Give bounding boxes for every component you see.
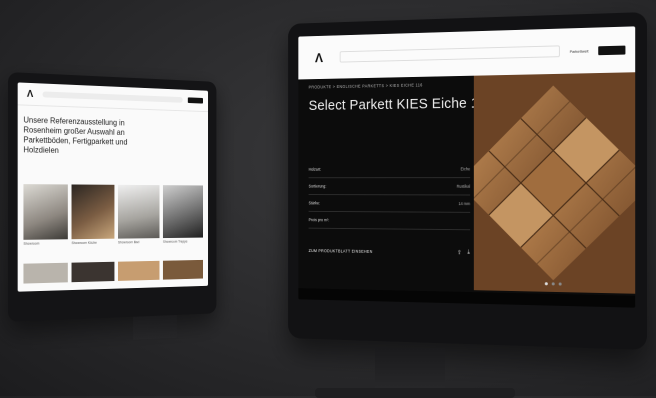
brand-logo-icon[interactable]: Λ xyxy=(23,87,36,101)
gallery-image xyxy=(23,184,68,240)
left-monitor-bezel: Λ Unsere Referenzausstellung in Rosenhei… xyxy=(8,72,217,322)
left-page-title: Unsere Referenzausstellung in Rosenheim … xyxy=(23,115,128,155)
left-monitor-stand xyxy=(133,314,177,340)
gallery-image[interactable] xyxy=(71,261,115,283)
gallery-image[interactable] xyxy=(162,259,204,280)
spec-row: Preis pro m²: xyxy=(308,211,471,231)
spec-value: Rustikal xyxy=(456,183,471,189)
nav-link-parkettwelt[interactable]: Parkettwelt xyxy=(570,48,589,53)
gallery-caption: Showroom Bad xyxy=(118,240,140,245)
brand-logo[interactable]: Λ xyxy=(307,49,331,66)
download-icon[interactable]: ⤓ xyxy=(467,250,470,257)
gallery-caption: Showroom xyxy=(23,241,40,246)
gallery-image xyxy=(118,184,160,239)
left-search-input[interactable] xyxy=(42,91,183,103)
right-monitor-screen: Λ Parkettwelt PRODUKTE > ENGLISCHE PARKE… xyxy=(298,26,636,308)
left-gallery-grid: Showroom Showroom Küche Showroom Bad Sho… xyxy=(23,184,204,250)
product-image[interactable] xyxy=(473,72,636,294)
spec-table: Holzart: Eiche Sortierung: Rustikal Stär… xyxy=(308,160,471,231)
left-monitor: Λ Unsere Referenzausstellung in Rosenhei… xyxy=(8,60,223,350)
product-sheet-link[interactable]: ZUM PRODUKTBLATT EINSEHEN xyxy=(309,248,373,254)
right-monitor-bezel: Λ Parkettwelt PRODUKTE > ENGLISCHE PARKE… xyxy=(288,12,647,350)
spec-label: Stärke: xyxy=(308,200,321,206)
breadcrumb[interactable]: PRODUKTE > ENGLISCHE PARKETTS > KIES EIC… xyxy=(309,83,423,90)
spec-label: Holzart: xyxy=(308,166,322,172)
spec-label: Sortierung: xyxy=(308,183,327,189)
action-icons: ⇪ ⤓ xyxy=(457,249,470,257)
gallery-tile[interactable]: Showroom Bad xyxy=(118,184,160,248)
spec-row: Sortierung: Rustikal xyxy=(308,178,471,196)
gallery-image xyxy=(71,184,115,240)
gallery-tile[interactable]: Showroom Küche xyxy=(71,184,115,249)
header-cta-button[interactable] xyxy=(598,45,626,55)
product-title: Select Parkett KIES Eiche 116 xyxy=(308,94,494,114)
left-monitor-screen: Λ Unsere Referenzausstellung in Rosenhei… xyxy=(17,82,209,292)
brand-logo-icon: Λ xyxy=(314,49,323,66)
search-input[interactable] xyxy=(339,45,561,63)
left-header-button[interactable] xyxy=(187,97,204,104)
spec-label: Preis pro m²: xyxy=(308,217,330,223)
gallery-tile[interactable]: Showroom xyxy=(23,184,68,250)
product-description xyxy=(309,124,460,126)
right-monitor-base xyxy=(315,388,515,398)
parquet-pattern-image xyxy=(473,72,636,294)
gallery-image[interactable] xyxy=(23,262,68,284)
gallery-caption: Showroom Küche xyxy=(71,240,97,246)
spec-row: Stärke: 14 mm xyxy=(308,195,471,213)
spec-value: 14 mm xyxy=(458,201,471,207)
share-icon[interactable]: ⇪ xyxy=(457,249,462,256)
left-gallery-row-2 xyxy=(23,259,204,284)
product-sheet-row: ZUM PRODUKTBLATT EINSEHEN ⇪ ⤓ xyxy=(309,247,471,256)
product-section: PRODUKTE > ENGLISCHE PARKETTS > KIES EIC… xyxy=(298,72,636,308)
gallery-image xyxy=(162,185,204,239)
spec-row: Holzart: Eiche xyxy=(308,160,471,179)
site-header: Λ Parkettwelt xyxy=(298,26,636,80)
gallery-caption: Showroom Treppe xyxy=(162,239,188,244)
gallery-tile[interactable]: Showroom Treppe xyxy=(162,185,204,247)
spec-value: Eiche xyxy=(460,166,471,172)
gallery-image[interactable] xyxy=(118,260,160,281)
right-monitor: Λ Parkettwelt PRODUKTE > ENGLISCHE PARKE… xyxy=(255,12,650,398)
